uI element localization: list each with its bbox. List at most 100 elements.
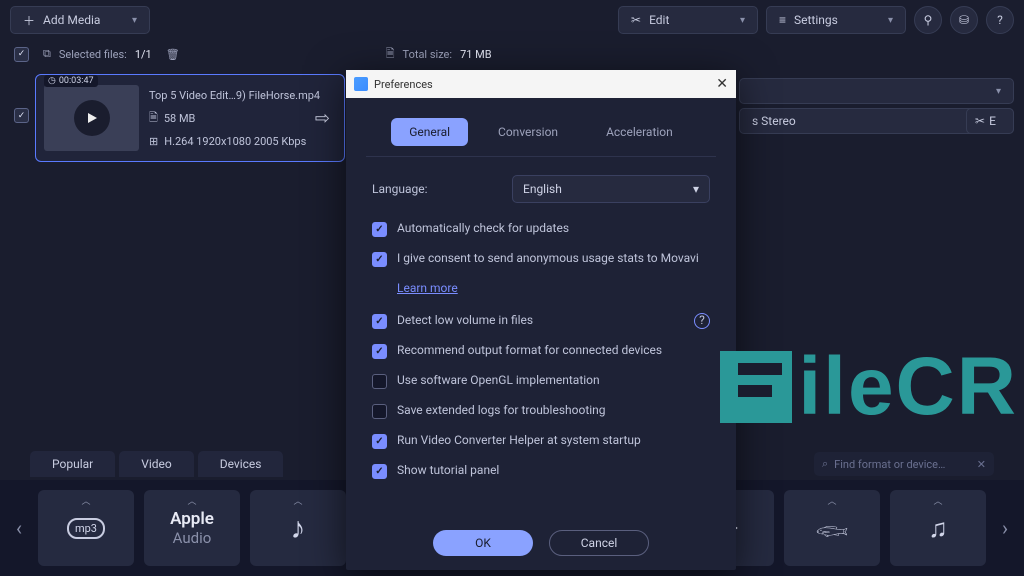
audio-track-label: s Stereo <box>752 114 796 128</box>
edit-cut-button[interactable]: ✂ E <box>966 108 1014 134</box>
selected-label: Selected files: <box>59 48 127 61</box>
format-tile-music[interactable]: ︿ ♪ <box>250 490 346 566</box>
apple-line2: Audio <box>173 529 212 547</box>
trash-icon[interactable]: 🗑 <box>166 48 180 61</box>
ok-button[interactable]: OK <box>433 530 533 556</box>
file-icon: 🗎 <box>386 45 395 64</box>
checkbox-lowvol[interactable] <box>372 314 387 329</box>
transfer-icon: ⇨ <box>315 108 330 129</box>
plus-icon: ＋ <box>23 12 35 29</box>
file-icon: 🗎 <box>149 109 158 128</box>
scissors-icon: ✂ <box>975 114 985 128</box>
language-select[interactable]: English ▾ <box>512 175 710 203</box>
cart-button[interactable]: ⛁ <box>950 6 978 34</box>
tab-popular[interactable]: Popular <box>30 451 115 477</box>
scroll-left[interactable]: ‹ <box>10 516 28 540</box>
mp3-label: mp3 <box>67 518 105 539</box>
opt-helper: Run Video Converter Helper at system sta… <box>397 433 641 449</box>
learn-more-link[interactable]: Learn more <box>397 281 458 295</box>
help-icon[interactable]: ? <box>694 313 710 329</box>
tab-conversion[interactable]: Conversion <box>480 118 576 146</box>
language-value: English <box>523 182 562 196</box>
add-media-button[interactable]: ＋ Add Media <box>10 6 150 34</box>
infobar: ✓ ⧉ Selected files: 1/1 🗑 🗎 Total size: … <box>0 40 1024 68</box>
opt-recommend: Recommend output format for connected de… <box>397 343 662 359</box>
watermark-text: ileCR <box>798 340 1018 434</box>
media-codec: H.264 1920x1080 2005 Kbps <box>164 135 306 148</box>
edit-menu[interactable]: ✂ Edit <box>618 6 758 34</box>
play-icon[interactable] <box>74 100 110 136</box>
help-button[interactable]: ? <box>986 6 1014 34</box>
key-icon: ⚲ <box>924 13 933 27</box>
format-tile-audio[interactable]: ︿ ♫ <box>890 490 986 566</box>
select-all-checkbox[interactable]: ✓ <box>14 47 29 62</box>
format-tile-mp3[interactable]: ︿ mp3 <box>38 490 134 566</box>
tab-devices[interactable]: Devices <box>198 451 284 477</box>
tab-video[interactable]: Video <box>119 451 194 477</box>
opt-opengl: Use software OpenGL implementation <box>397 373 600 389</box>
clear-search-icon[interactable]: ✕ <box>977 458 986 471</box>
search-icon: ⌕ <box>822 457 828 471</box>
dialog-title: Preferences <box>374 78 433 91</box>
tab-acceleration[interactable]: Acceleration <box>588 118 691 146</box>
checkbox-updates[interactable] <box>372 222 387 237</box>
dialog-titlebar: Preferences ✕ <box>346 70 736 98</box>
dialog-footer: OK Cancel <box>346 516 736 570</box>
opt-updates: Automatically check for updates <box>397 221 569 237</box>
tools-icon: ✂ <box>631 13 641 27</box>
selected-count: 1/1 <box>135 48 152 61</box>
format-tile-fish[interactable]: ︿ 𓆟 <box>784 490 880 566</box>
language-label: Language: <box>372 182 492 196</box>
tab-general[interactable]: General <box>391 118 468 146</box>
chevron-up-icon: ︿ <box>293 494 302 507</box>
checkbox-consent[interactable] <box>372 252 387 267</box>
apple-line1: Apple <box>170 509 214 529</box>
checkbox-opengl[interactable] <box>372 374 387 389</box>
music-icon: ♫ <box>928 513 948 544</box>
clock-icon: ◷ <box>48 76 56 86</box>
edit-suffix: E <box>989 114 996 128</box>
format-search[interactable]: ⌕ Find format or device… ✕ <box>814 452 994 476</box>
chevron-up-icon: ︿ <box>81 494 90 507</box>
codec-icon: ⊞ <box>149 135 158 148</box>
copy-icon: ⧉ <box>43 47 51 61</box>
thumbnail[interactable]: ◷ 00:03:47 <box>44 85 139 151</box>
opt-lowvol: Detect low volume in files <box>397 313 533 329</box>
close-button[interactable]: ✕ <box>716 76 728 92</box>
settings-menu[interactable]: ≡ Settings <box>766 6 906 34</box>
media-meta: Top 5 Video Edit…9) FileHorse.mp4 🗎58 MB… <box>149 89 320 148</box>
media-size: 58 MB <box>164 112 196 125</box>
dialog-tabs: General Conversion Acceleration <box>366 98 716 157</box>
dialog-body: Language: English ▾ Automatically check … <box>346 157 736 516</box>
search-placeholder: Find format or device… <box>834 458 945 471</box>
opt-tutorial: Show tutorial panel <box>397 463 499 479</box>
duration-badge: ◷ 00:03:47 <box>44 75 98 87</box>
topbar: ＋ Add Media ✂ Edit ≡ Settings ⚲ ⛁ ? <box>0 0 1024 40</box>
key-button[interactable]: ⚲ <box>914 6 942 34</box>
sliders-icon: ≡ <box>779 13 786 27</box>
opt-consent: I give consent to send anonymous usage s… <box>397 251 699 267</box>
duration-text: 00:03:47 <box>59 76 94 86</box>
settings-label: Settings <box>794 13 838 27</box>
add-media-label: Add Media <box>43 13 100 27</box>
question-icon: ? <box>997 13 1003 27</box>
checkbox-logs[interactable] <box>372 404 387 419</box>
note-icon: ♪ <box>291 511 306 546</box>
chevron-up-icon: ︿ <box>827 494 836 507</box>
opt-logs: Save extended logs for troubleshooting <box>397 403 606 419</box>
scroll-right[interactable]: › <box>996 516 1014 540</box>
watermark: ileCR <box>720 340 1018 434</box>
edit-label: Edit <box>649 13 669 27</box>
output-format-select[interactable] <box>739 78 1014 104</box>
app-icon <box>354 77 368 91</box>
checkbox-tutorial[interactable] <box>372 464 387 479</box>
total-value: 71 MB <box>460 48 492 61</box>
format-tile-apple-audio[interactable]: ︿ Apple Audio <box>144 490 240 566</box>
chevron-down-icon: ▾ <box>693 182 699 196</box>
fish-icon: 𓆟 <box>816 508 849 548</box>
checkbox-recommend[interactable] <box>372 344 387 359</box>
row-checkbox[interactable]: ✓ <box>14 108 29 123</box>
media-item[interactable]: ◷ 00:03:47 Top 5 Video Edit…9) FileHorse… <box>35 74 345 162</box>
checkbox-helper[interactable] <box>372 434 387 449</box>
cancel-button[interactable]: Cancel <box>549 530 649 556</box>
